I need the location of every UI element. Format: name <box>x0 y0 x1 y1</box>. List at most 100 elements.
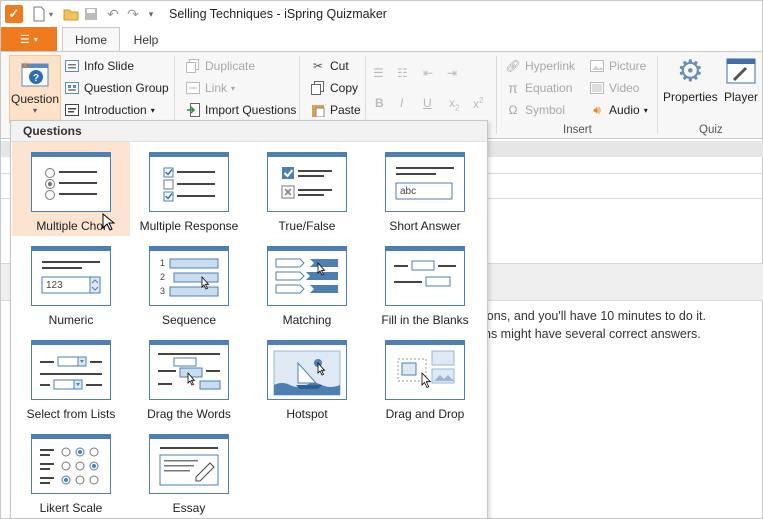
question-type-numeric[interactable]: 123 Numeric <box>12 236 130 330</box>
new-dropdown-icon[interactable]: ▾ <box>47 6 55 22</box>
video-label: Video <box>609 81 640 95</box>
subscript-icon[interactable]: x2 <box>449 96 459 112</box>
decrease-indent-icon[interactable]: ⇤ <box>423 66 433 80</box>
question-type-fill-in-the-blanks[interactable]: Fill in the Blanks <box>366 236 484 330</box>
true-false-icon <box>267 152 347 212</box>
question-type-label: Essay <box>172 501 206 515</box>
question-text-line1: ions, and you'll have 10 minutes to do i… <box>484 309 706 323</box>
symbol-button[interactable]: Ω Symbol <box>505 102 566 118</box>
window-title: Selling Techniques - iSpring Quizmaker <box>169 7 387 21</box>
question-button[interactable]: ? ✳ Question ▾ <box>9 55 61 123</box>
chevron-down-icon: ▾ <box>32 106 37 115</box>
tab-help[interactable]: Help <box>122 27 170 52</box>
video-icon <box>589 80 605 96</box>
increase-indent-icon[interactable]: ⇥ <box>447 66 457 80</box>
svg-text:✳: ✳ <box>21 61 29 72</box>
tab-home[interactable]: Home <box>62 27 120 52</box>
equation-label: Equation <box>525 81 573 95</box>
info-slide-button[interactable]: Info Slide <box>64 58 134 74</box>
copy-button[interactable]: Copy <box>310 80 358 96</box>
question-label: Question <box>10 92 60 106</box>
multiple-choice-icon <box>31 152 111 212</box>
picture-label: Picture <box>609 59 647 73</box>
fill-in-blanks-icon <box>385 246 465 306</box>
new-icon[interactable] <box>31 6 47 22</box>
copy-label: Copy <box>330 81 359 95</box>
link-button[interactable]: Link ▾ <box>185 80 235 96</box>
question-type-likert-scale[interactable]: Likert Scale <box>12 424 130 518</box>
audio-label: Audio <box>609 103 640 117</box>
copy-icon <box>310 80 326 96</box>
duplicate-icon <box>185 58 201 74</box>
paste-button[interactable]: Paste <box>310 102 361 118</box>
numeric-sample: 123 <box>46 280 63 291</box>
duplicate-button[interactable]: Duplicate <box>185 58 255 74</box>
picture-icon <box>589 58 605 74</box>
question-type-sequence[interactable]: 1 2 3 Sequence <box>130 236 248 330</box>
question-type-label: Short Answer <box>389 219 461 233</box>
info-slide-icon <box>64 58 80 74</box>
equation-button[interactable]: π Equation <box>505 80 572 96</box>
question-type-label: Fill in the Blanks <box>381 313 469 327</box>
menu-icon: ☰ <box>20 33 30 46</box>
introduction-label: Introduction <box>84 103 147 117</box>
question-type-hotspot[interactable]: Hotspot <box>248 330 366 424</box>
chevron-down-icon: ▾ <box>643 105 648 115</box>
open-icon[interactable] <box>63 6 79 22</box>
multiple-response-icon <box>149 152 229 212</box>
question-type-short-answer[interactable]: abc Short Answer <box>366 142 484 236</box>
question-type-label: Multiple Choi <box>36 219 106 233</box>
numeric-icon: 123 <box>31 246 111 306</box>
file-menu-button[interactable]: ☰ ▾ <box>1 27 57 51</box>
picture-button[interactable]: Picture <box>589 58 646 74</box>
app-logo-icon[interactable]: ✓ <box>5 5 23 23</box>
bold-icon[interactable]: B <box>375 96 384 110</box>
cut-button[interactable]: ✂ Cut <box>310 58 349 74</box>
introduction-icon <box>64 102 80 118</box>
question-group-button[interactable]: Question Group <box>64 80 169 96</box>
question-type-essay[interactable]: Essay <box>130 424 248 518</box>
italic-icon[interactable]: I <box>400 96 403 110</box>
question-type-label: Multiple Response <box>139 219 239 233</box>
undo-icon[interactable]: ↶ <box>105 6 121 22</box>
underline-icon[interactable]: U <box>423 96 432 110</box>
gear-icon: ⚙ <box>676 55 704 88</box>
sequence-number: 3 <box>160 286 166 296</box>
video-button[interactable]: Video <box>589 80 639 96</box>
link-label: Link <box>205 81 228 95</box>
superscript-icon[interactable]: x2 <box>473 96 483 111</box>
question-icon: ? ✳ <box>21 61 49 87</box>
customize-icon[interactable]: ▾ <box>143 6 159 22</box>
question-type-matching[interactable]: Matching <box>248 236 366 330</box>
omega-icon: Ω <box>508 103 518 117</box>
title-bar: ✓ ▾ ↶ ↷ ▾ Selling Techniques - iSpring Q… <box>0 0 763 27</box>
question-type-drag-and-drop[interactable]: Drag and Drop <box>366 330 484 424</box>
question-type-multiple-choice[interactable]: Multiple Choi <box>12 142 130 236</box>
bullet-list-icon[interactable]: ☰ <box>373 66 384 80</box>
player-button[interactable]: Player <box>724 58 758 104</box>
hyperlink-button[interactable]: 🔗︎ Hyperlink <box>505 58 575 74</box>
paste-label: Paste <box>330 103 361 117</box>
likert-scale-icon <box>31 434 111 494</box>
question-type-label: Numeric <box>48 313 94 327</box>
question-type-label: True/False <box>278 219 336 233</box>
question-type-select-from-lists[interactable]: Select from Lists <box>12 330 130 424</box>
mouse-cursor-icon <box>102 213 116 231</box>
import-icon <box>185 102 201 118</box>
audio-button[interactable]: 🔊︎ Audio ▾ <box>589 102 648 118</box>
ribbon-separator <box>657 56 658 134</box>
question-type-multiple-response[interactable]: Multiple Response <box>130 142 248 236</box>
save-icon[interactable] <box>83 6 99 22</box>
introduction-button[interactable]: Introduction ▾ <box>64 102 155 118</box>
link-icon <box>185 80 201 96</box>
tab-row: ☰ ▾ Home Help <box>0 27 763 52</box>
cut-label: Cut <box>330 59 349 73</box>
import-questions-button[interactable]: Import Questions <box>185 102 296 118</box>
question-type-true-false[interactable]: True/False <box>248 142 366 236</box>
info-slide-label: Info Slide <box>84 59 135 73</box>
chevron-down-icon: ▾ <box>231 83 236 93</box>
question-type-drag-the-words[interactable]: Drag the Words <box>130 330 248 424</box>
redo-icon[interactable]: ↷ <box>125 6 141 22</box>
numbered-list-icon[interactable]: ☷ <box>397 66 408 80</box>
properties-button[interactable]: ⚙ Properties <box>663 55 718 105</box>
